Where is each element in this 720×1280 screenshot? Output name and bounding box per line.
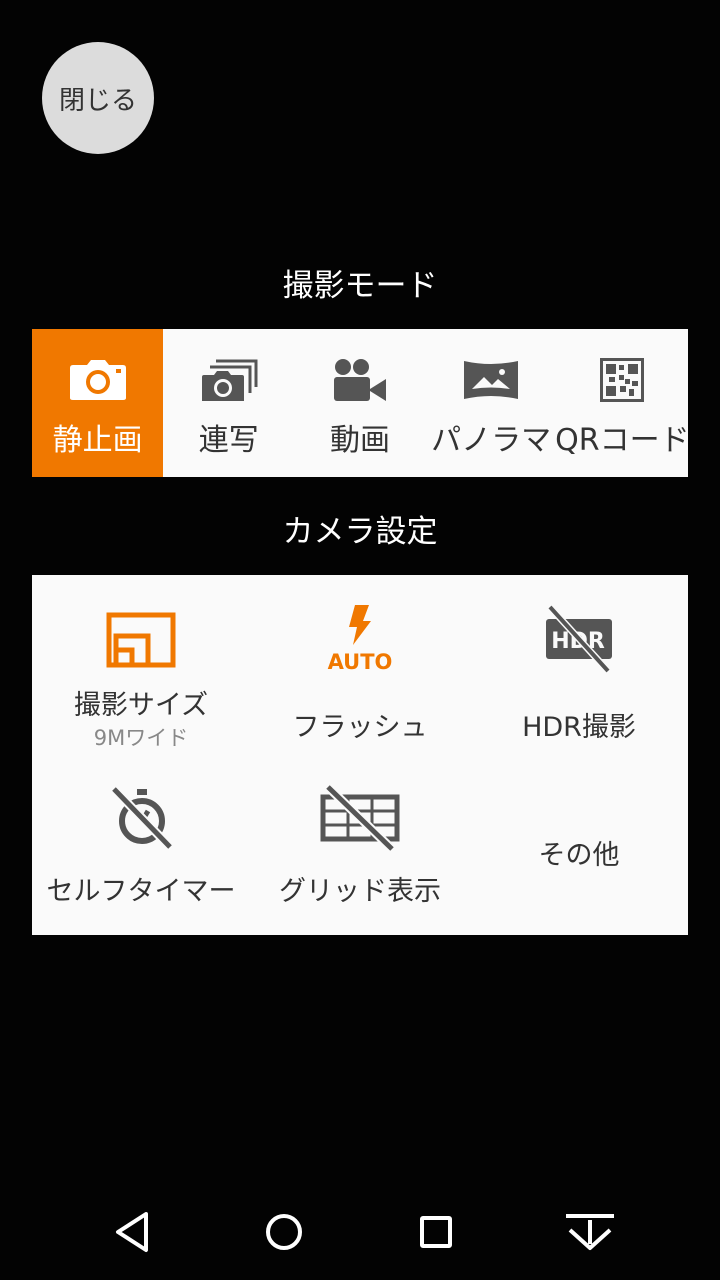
setting-other[interactable]: その他 (470, 827, 688, 872)
recents-icon[interactable] (412, 1208, 460, 1256)
setting-label: セルフタイマー (46, 876, 236, 907)
svg-text:AUTO: AUTO (328, 650, 393, 674)
mode-label: 動画 (329, 423, 390, 458)
mode-label: 静止画 (52, 423, 143, 458)
burst-icon (199, 357, 259, 403)
shooting-mode-title: 撮影モード (282, 268, 438, 304)
hide-nav-icon[interactable] (562, 1208, 618, 1256)
navigation-bar (0, 1184, 720, 1280)
mode-video[interactable]: 動画 (294, 329, 425, 477)
qr-code-icon (592, 357, 652, 403)
close-button[interactable]: 閉じる (42, 42, 154, 154)
camera-settings-panel: 撮影サイズ 9Mワイド AUTO フラッシュ HDR HDR撮影 (32, 575, 688, 935)
setting-grid[interactable]: グリッド表示 (251, 781, 469, 908)
setting-label: 撮影サイズ (73, 690, 209, 721)
self-timer-off-icon (101, 781, 181, 855)
setting-self-timer[interactable]: セルフタイマー (32, 781, 250, 908)
panorama-icon (461, 357, 521, 403)
setting-label: フラッシュ (292, 712, 428, 743)
setting-label: その他 (538, 840, 620, 871)
grid-off-icon (320, 781, 400, 855)
camera-icon (68, 357, 128, 403)
mode-burst[interactable]: 連写 (163, 329, 294, 477)
hdr-off-icon: HDR (539, 603, 619, 677)
photo-size-icon (101, 603, 181, 677)
home-icon[interactable] (260, 1208, 308, 1256)
mode-label: QRコード (555, 423, 690, 458)
close-button-label: 閉じる (58, 85, 137, 116)
mode-label: 連写 (198, 423, 259, 458)
back-icon[interactable] (108, 1208, 156, 1256)
mode-qr-code[interactable]: QRコード (555, 329, 690, 477)
flash-auto-icon: AUTO (320, 603, 400, 677)
video-camera-icon (330, 357, 390, 403)
camera-settings-screen: 閉じる 撮影モード 静止画 連写 動画 パノラマ QRコード カメラ設定 撮影サ… (0, 0, 720, 1280)
shooting-mode-bar: 静止画 連写 動画 パノラマ QRコード (32, 329, 690, 477)
setting-hdr[interactable]: HDR HDR撮影 (470, 603, 688, 744)
mode-label: パノラマ (431, 423, 552, 458)
camera-settings-title: カメラ設定 (282, 514, 438, 550)
mode-panorama[interactable]: パノラマ (426, 329, 557, 477)
setting-flash[interactable]: AUTO フラッシュ (251, 603, 469, 744)
setting-photo-size[interactable]: 撮影サイズ 9Mワイド (32, 603, 250, 752)
setting-label: グリッド表示 (279, 876, 441, 907)
setting-value: 9Mワイド (93, 726, 189, 750)
setting-label: HDR撮影 (522, 712, 636, 743)
mode-still-photo[interactable]: 静止画 (32, 329, 164, 477)
